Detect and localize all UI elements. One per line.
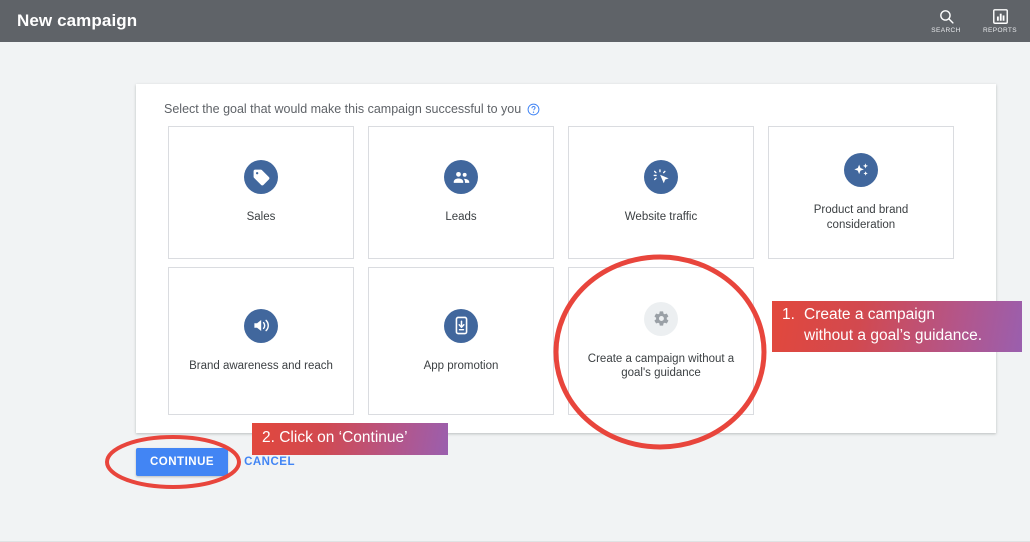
price-tag-icon <box>244 160 278 195</box>
goal-card-website-traffic[interactable]: Website traffic <box>568 126 754 259</box>
callout-step-1-line2: without a goal’s guidance. <box>804 326 983 344</box>
search-button-label: SEARCH <box>931 26 961 34</box>
goal-card-label: Leads <box>445 211 477 224</box>
callout-step-2: 2. Click on ‘Continue’ <box>252 423 448 455</box>
people-icon <box>444 160 478 195</box>
megaphone-icon <box>244 308 278 343</box>
goal-card-leads[interactable]: Leads <box>368 126 554 259</box>
goal-prompt: Select the goal that would make this cam… <box>164 102 540 116</box>
callout-step-1-line1: Create a campaign <box>804 306 935 323</box>
app-bar: New campaign SEARCH REPORTS <box>0 0 1030 42</box>
search-button[interactable]: SEARCH <box>924 8 968 35</box>
screen-root: New campaign SEARCH REPORTS Select the g… <box>0 0 1030 542</box>
goal-card-label: Website traffic <box>624 211 698 224</box>
page-title: New campaign <box>17 11 138 30</box>
continue-button[interactable]: CONTINUE <box>136 448 229 476</box>
goal-card-label: App promotion <box>423 359 499 372</box>
callout-step-1-number: 1. <box>782 306 795 323</box>
sparkle-icon <box>844 153 878 188</box>
search-icon <box>938 8 955 25</box>
click-cursor-icon <box>644 160 678 195</box>
reports-button-label: REPORTS <box>982 26 1018 34</box>
goal-card-label: Sales <box>246 211 276 224</box>
goal-card-label: Brand awareness and reach <box>189 359 333 372</box>
goal-card-grid: Sales Leads Website traffic Product and … <box>168 126 958 415</box>
gear-icon <box>644 301 678 336</box>
goal-card-label: Product and brand consideration <box>813 204 909 231</box>
goal-prompt-text: Select the goal that would make this cam… <box>164 102 522 116</box>
app-bar-actions: SEARCH REPORTS <box>924 0 1022 42</box>
reports-button[interactable]: REPORTS <box>978 8 1022 35</box>
goal-selection-panel: Select the goal that would make this cam… <box>136 84 996 433</box>
mobile-download-icon <box>444 308 478 343</box>
goal-card-no-goal-guidance[interactable]: Create a campaign without a goal's guida… <box>568 267 754 415</box>
help-circle-icon[interactable] <box>527 103 540 116</box>
goal-card-label: Create a campaign without a goal's guida… <box>587 352 735 379</box>
goal-card-app-promotion[interactable]: App promotion <box>368 267 554 415</box>
reports-icon <box>992 8 1009 25</box>
goal-card-product-brand-consideration[interactable]: Product and brand consideration <box>768 126 954 259</box>
goal-card-brand-awareness[interactable]: Brand awareness and reach <box>168 267 354 415</box>
callout-step-1: 1. Create a campaign without a goal’s guid… <box>772 301 1022 352</box>
goal-card-sales[interactable]: Sales <box>168 126 354 259</box>
